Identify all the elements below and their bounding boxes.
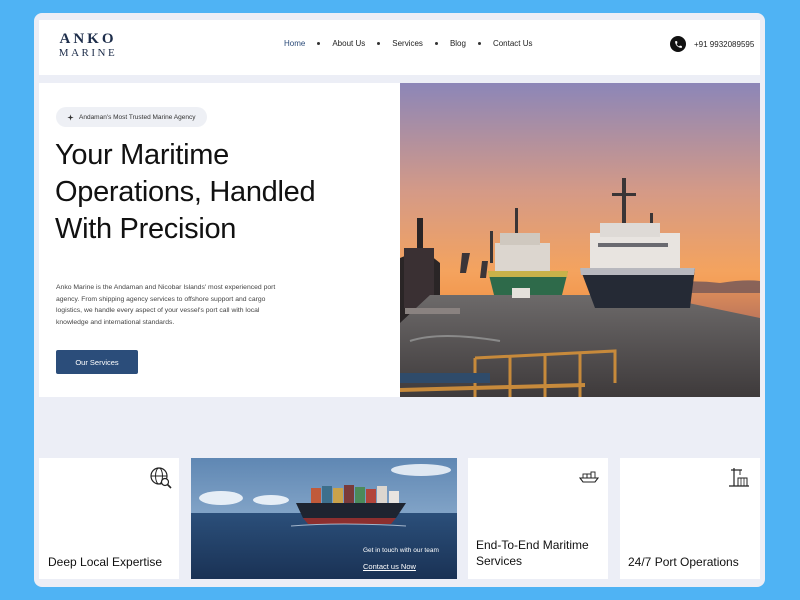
hero-description: Anko Marine is the Andaman and Nicobar I… [56, 284, 276, 326]
trust-badge-label: Andaman's Most Trusted Marine Agency [79, 113, 196, 121]
card-title: End-To-End Maritime Services [476, 538, 589, 568]
feature-card-port-operations[interactable]: 24/7 Port Operations [620, 458, 760, 579]
brand-line1: ANKO [59, 31, 117, 47]
star-icon [67, 113, 74, 121]
card-title: 24/7 Port Operations [628, 555, 739, 569]
nav-contact[interactable]: Contact Us [493, 39, 533, 48]
hero-title-line3: With Precision [55, 213, 237, 245]
phone-number: +91 9932089595 [694, 39, 755, 49]
port-crane-icon [729, 468, 749, 487]
nav-about[interactable]: About Us [332, 39, 365, 48]
hero-content: Andaman's Most Trusted Marine Agency You… [39, 83, 401, 397]
page-frame: ANKO MARINE Home About Us Services Blog … [34, 13, 765, 587]
contact-caption: Get in touch with our team [363, 547, 439, 554]
brand-line2: MARINE [58, 47, 118, 59]
card-title: Deep Local Expertise [48, 555, 163, 569]
main-nav: Home About Us Services Blog Contact Us [284, 39, 533, 48]
trust-badge: Andaman's Most Trusted Marine Agency [56, 107, 207, 127]
site-header: ANKO MARINE Home About Us Services Blog … [39, 20, 760, 75]
hero-image-port-sunset [400, 83, 760, 397]
our-services-button[interactable]: Our Services [56, 350, 138, 374]
port-sunset-illustration [400, 83, 760, 397]
brand-logo[interactable]: ANKO MARINE [58, 32, 118, 59]
globe-search-icon [150, 467, 172, 489]
feature-card-local-expertise[interactable]: Deep Local Expertise [39, 458, 179, 579]
feature-card-contact-image[interactable]: Get in touch with our team Contact us No… [191, 458, 457, 579]
nav-separator [477, 42, 481, 45]
phone-contact[interactable]: +91 9932089595 [670, 36, 754, 52]
hero-title-line2: Operations, Handled [55, 176, 316, 208]
hero-title: Your Maritime Operations, Handled With P… [55, 137, 375, 248]
cargo-ship-icon [579, 471, 599, 483]
nav-blog[interactable]: Blog [450, 39, 466, 48]
phone-icon [670, 36, 686, 52]
container-ship-illustration [191, 458, 457, 579]
nav-services[interactable]: Services [392, 39, 423, 48]
nav-separator [317, 42, 321, 45]
hero-title-line1: Your Maritime [55, 139, 229, 171]
contact-us-link[interactable]: Contact us Now [363, 562, 416, 571]
nav-separator [434, 42, 438, 45]
feature-card-end-to-end[interactable]: End-To-End Maritime Services [468, 458, 608, 579]
nav-home[interactable]: Home [284, 39, 305, 48]
nav-separator [377, 42, 381, 45]
